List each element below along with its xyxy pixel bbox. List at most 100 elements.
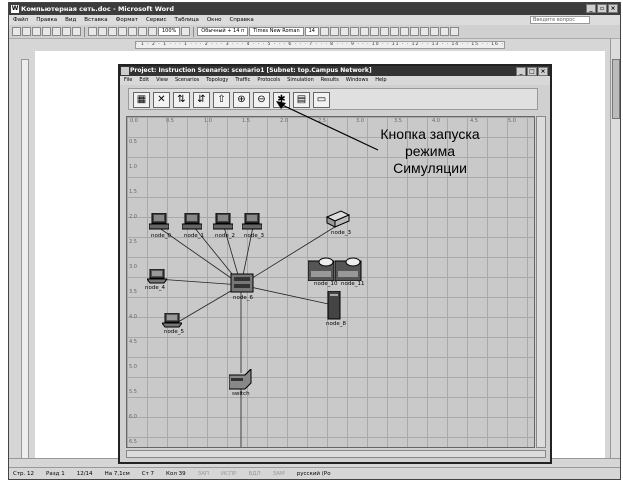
- application-config-node-10[interactable]: node_10: [307, 257, 338, 287]
- bullets-icon[interactable]: [400, 27, 409, 36]
- configure-simulation-icon[interactable]: ✱: [273, 92, 290, 108]
- scroll-thumb[interactable]: [612, 59, 620, 119]
- border-icon[interactable]: [430, 27, 439, 36]
- font-size-select[interactable]: 14: [304, 27, 319, 36]
- paste-icon[interactable]: [108, 27, 117, 36]
- table-icon[interactable]: [138, 27, 147, 36]
- menu-edit[interactable]: Правка: [36, 17, 57, 23]
- canvas-vertical-scrollbar[interactable]: [536, 116, 546, 448]
- restore-button[interactable]: ▫: [597, 4, 607, 13]
- opnet-menu-help[interactable]: Help: [375, 76, 386, 85]
- print-preview-icon[interactable]: [62, 27, 71, 36]
- font-select[interactable]: Times New Roman: [249, 27, 304, 36]
- opnet-menu-traffic[interactable]: Traffic: [235, 76, 250, 85]
- opnet-maximize-button[interactable]: □: [527, 67, 537, 76]
- permission-icon[interactable]: [42, 27, 51, 36]
- menu-insert[interactable]: Вставка: [84, 17, 107, 23]
- open-icon[interactable]: [22, 27, 31, 36]
- highlight-icon[interactable]: [440, 27, 449, 36]
- workstation-node-2[interactable]: node_2: [212, 212, 235, 239]
- menu-view[interactable]: Вид: [65, 17, 76, 23]
- font-color-icon[interactable]: [450, 27, 459, 36]
- style-select[interactable]: Обычный + 14 п: [197, 27, 249, 36]
- italic-icon[interactable]: [330, 27, 339, 36]
- zoom-in-icon[interactable]: ⊕: [233, 92, 250, 108]
- workstation-node-1[interactable]: node_1: [181, 212, 204, 239]
- opnet-close-button[interactable]: ×: [538, 67, 548, 76]
- numbering-icon[interactable]: [390, 27, 399, 36]
- hub-node-6[interactable]: node_6: [230, 273, 254, 301]
- outdent-icon[interactable]: [410, 27, 419, 36]
- menu-window[interactable]: Окно: [207, 17, 222, 23]
- recover-link-icon[interactable]: ⇵: [193, 92, 210, 108]
- spelling-icon[interactable]: [72, 27, 81, 36]
- laptop-node-5[interactable]: node_5: [161, 312, 184, 335]
- workstation-icon: [212, 212, 234, 230]
- justify-icon[interactable]: [380, 27, 389, 36]
- cut-icon[interactable]: [88, 27, 97, 36]
- opnet-menu-windows[interactable]: Windows: [346, 76, 368, 85]
- menu-table[interactable]: Таблица: [175, 17, 199, 23]
- columns-icon[interactable]: [148, 27, 157, 36]
- print-icon[interactable]: [52, 27, 61, 36]
- minimize-button[interactable]: _: [586, 4, 596, 13]
- menu-tools[interactable]: Сервис: [146, 17, 167, 23]
- undo-icon[interactable]: [118, 27, 127, 36]
- menu-help[interactable]: Справка: [229, 17, 253, 23]
- opnet-toolbar: ▦ ✕ ⇅ ⇵ ⇧ ⊕ ⊖ ✱ ▤ ▭: [128, 88, 538, 110]
- opnet-menu-simulation[interactable]: Simulation: [287, 76, 314, 85]
- laptop-node-4[interactable]: node_4: [145, 268, 168, 291]
- opnet-menu-results[interactable]: Results: [321, 76, 339, 85]
- opnet-minimize-button[interactable]: _: [516, 67, 526, 76]
- switch-node[interactable]: switch: [228, 367, 253, 397]
- check-links-icon[interactable]: ✕: [153, 92, 170, 108]
- server-icon: [327, 290, 341, 320]
- server-node-8[interactable]: node_8: [326, 290, 346, 327]
- help-icon[interactable]: [181, 27, 191, 36]
- return-to-parent-icon[interactable]: ⇧: [213, 92, 230, 108]
- zoom-select[interactable]: 100%: [158, 27, 181, 36]
- underline-icon[interactable]: [340, 27, 349, 36]
- workstation-node-3[interactable]: node_3: [241, 212, 264, 239]
- save-icon[interactable]: [32, 27, 41, 36]
- opnet-menu-file[interactable]: File: [124, 76, 132, 85]
- status-line: Ст 7: [141, 470, 155, 477]
- copy-icon[interactable]: [98, 27, 107, 36]
- align-left-icon[interactable]: [350, 27, 359, 36]
- link-node4[interactable]: [156, 278, 242, 286]
- menu-format[interactable]: Формат: [116, 17, 138, 23]
- workstation-node-0[interactable]: node_0: [148, 212, 171, 239]
- menu-file[interactable]: Файл: [13, 17, 28, 23]
- align-center-icon[interactable]: [360, 27, 369, 36]
- annotation-text: Кнопка запуска режима Симуляции: [350, 126, 510, 177]
- view-results-icon[interactable]: ▤: [293, 92, 310, 108]
- opnet-menu-scenarios[interactable]: Scenarios: [175, 76, 199, 85]
- close-button[interactable]: ×: [608, 4, 618, 13]
- printer-node-3[interactable]: node_3: [325, 209, 351, 236]
- status-position: На 7,1см: [104, 470, 130, 477]
- opnet-app-icon: [121, 67, 129, 75]
- opnet-menu-protocols[interactable]: Protocols: [257, 76, 280, 85]
- opnet-menu-bar: File Edit View Scenarios Topology Traffi…: [120, 76, 550, 85]
- toolbar-divider: [193, 26, 195, 37]
- ask-question-input[interactable]: Введите вопрос: [530, 16, 590, 24]
- new-document-icon[interactable]: [12, 27, 21, 36]
- object-palette-icon[interactable]: ▦: [133, 92, 150, 108]
- profile-config-node-11[interactable]: node_11: [334, 257, 365, 287]
- canvas-horizontal-scrollbar[interactable]: [126, 450, 546, 458]
- link-node8[interactable]: [240, 284, 334, 306]
- opnet-menu-view[interactable]: View: [156, 76, 168, 85]
- node-label: node_0: [151, 233, 171, 239]
- indent-icon[interactable]: [420, 27, 429, 36]
- fail-link-icon[interactable]: ⇅: [173, 92, 190, 108]
- application-config-icon: [307, 257, 335, 282]
- opnet-menu-topology[interactable]: Topology: [206, 76, 228, 85]
- hide-graphs-icon[interactable]: ▭: [313, 92, 330, 108]
- zoom-out-icon[interactable]: ⊖: [253, 92, 270, 108]
- vertical-scrollbar[interactable]: [610, 39, 620, 469]
- bold-icon[interactable]: [320, 27, 329, 36]
- horizontal-ruler: · 1 · 2 · 1 · · · 1 · · · 2 · · · 3 · · …: [135, 41, 505, 49]
- align-right-icon[interactable]: [370, 27, 379, 36]
- redo-icon[interactable]: [128, 27, 137, 36]
- opnet-menu-edit[interactable]: Edit: [139, 76, 149, 85]
